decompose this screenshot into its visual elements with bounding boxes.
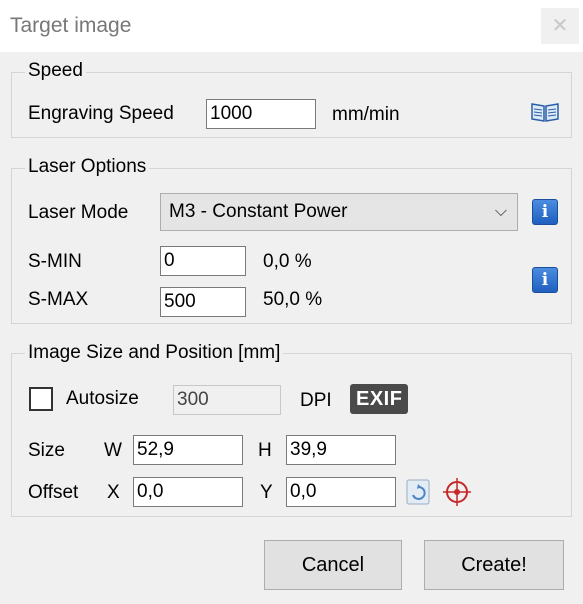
height-input[interactable]: 39,9 [286, 435, 396, 465]
create-button[interactable]: Create! [424, 540, 564, 590]
speed-unit-label: mm/min [332, 104, 400, 125]
offset-x-input[interactable]: 0,0 [133, 477, 243, 507]
offset-label: Offset [28, 482, 79, 503]
smax-percent: 50,0 % [263, 289, 323, 310]
smax-label: S-MAX [28, 289, 89, 310]
laser-mode-label: Laser Mode [28, 202, 129, 223]
width-label: W [104, 440, 122, 461]
dpi-input[interactable]: 300 [173, 385, 281, 415]
engraving-speed-label: Engraving Speed [28, 103, 174, 124]
laser-mode-value: M3 - Constant Power [169, 201, 348, 222]
smin-smax-info-icon[interactable]: i [532, 267, 558, 293]
title-bar: Target image ✕ [0, 0, 583, 52]
dpi-label: DPI [300, 390, 332, 411]
autosize-checkbox[interactable] [29, 387, 53, 411]
y-label: Y [260, 482, 273, 503]
smin-percent: 0,0 % [263, 251, 312, 272]
exif-button[interactable]: EXIF [350, 384, 409, 414]
book-icon[interactable] [530, 101, 560, 123]
image-size-group-title: Image Size and Position [mm] [25, 341, 284, 365]
cancel-button[interactable]: Cancel [264, 540, 402, 590]
laser-mode-select[interactable]: M3 - Constant Power ⌵ [160, 193, 518, 231]
engraving-speed-input[interactable]: 1000 [206, 99, 316, 129]
reset-offset-icon[interactable] [405, 478, 431, 506]
smin-input[interactable]: 0 [160, 246, 246, 276]
autosize-label[interactable]: Autosize [66, 387, 139, 411]
smin-label: S-MIN [28, 251, 82, 272]
crosshair-target-icon[interactable] [442, 477, 472, 507]
offset-y-input[interactable]: 0,0 [286, 477, 396, 507]
laser-mode-info-icon[interactable]: i [532, 199, 558, 225]
chevron-down-icon: ⌵ [494, 203, 507, 220]
laser-options-group-title: Laser Options [25, 155, 150, 179]
x-label: X [107, 482, 120, 503]
height-label: H [258, 440, 272, 461]
speed-group-title: Speed [25, 59, 86, 83]
close-button[interactable]: ✕ [541, 8, 579, 44]
smax-input[interactable]: 500 [160, 287, 246, 317]
size-label: Size [28, 440, 65, 461]
width-input[interactable]: 52,9 [133, 435, 243, 465]
window-title: Target image [10, 14, 132, 37]
